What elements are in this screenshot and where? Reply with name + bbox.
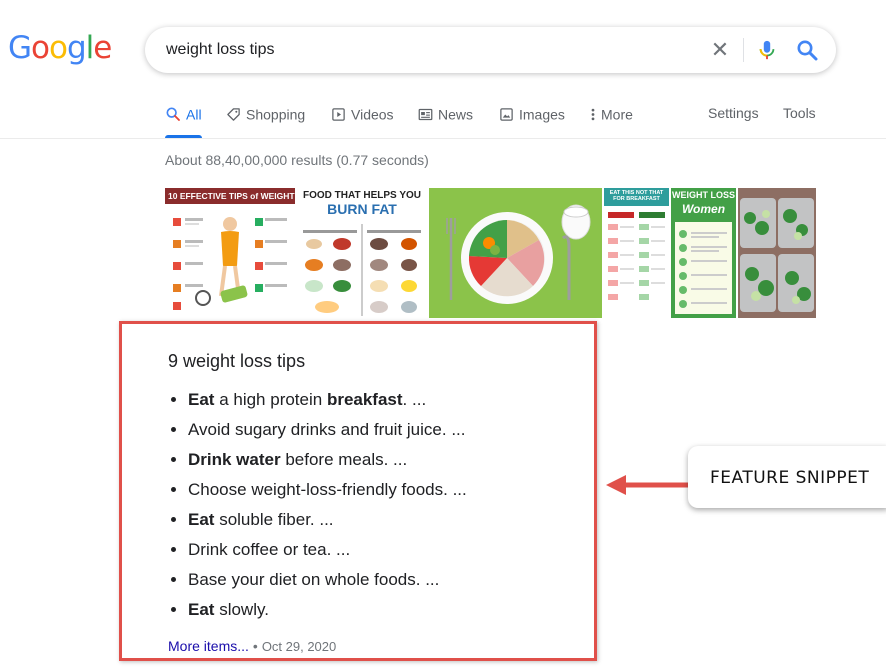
item-text: Drink coffee or tea. ... bbox=[188, 540, 351, 559]
microphone-icon[interactable] bbox=[756, 38, 778, 62]
image-pack: 10 EFFECTIVE TIPS of WEIGHT LOSS FOOD TH… bbox=[165, 188, 816, 318]
plate-photo bbox=[429, 188, 602, 318]
list-item: Base your diet on whole foods. ... bbox=[188, 565, 467, 595]
more-items-link[interactable]: More items... bbox=[168, 638, 249, 654]
tab-label: News bbox=[438, 106, 474, 123]
image-thumbnail[interactable]: EAT THIS NOT THAT FOR BREAKFAST bbox=[604, 188, 669, 318]
item-text: . ... bbox=[402, 390, 427, 409]
image-thumbnail[interactable]: FOOD THAT HELPS YOU BURN FAT bbox=[297, 188, 427, 318]
tab-more[interactable]: More bbox=[590, 105, 633, 138]
item-text: slowly. bbox=[214, 600, 269, 619]
featured-snippet: 9 weight loss tips Eat a high protein br… bbox=[119, 321, 597, 661]
tab-label: Videos bbox=[351, 106, 394, 123]
thumbnail-title: Women bbox=[681, 202, 726, 216]
tab-label: Images bbox=[519, 106, 565, 123]
separator-dot: • bbox=[252, 638, 258, 654]
newspaper-icon bbox=[418, 108, 433, 120]
list-item: Choose weight-loss-friendly foods. ... bbox=[188, 475, 467, 505]
feature-snippet-callout: FEATURE SNIPPET bbox=[688, 446, 886, 508]
search-icon[interactable] bbox=[795, 38, 819, 62]
list-item: Avoid sugary drinks and fruit juice. ... bbox=[188, 415, 467, 445]
item-text: a high protein bbox=[214, 390, 327, 409]
tab-images[interactable]: Images bbox=[499, 105, 565, 138]
search-input[interactable]: weight loss tips bbox=[166, 41, 275, 59]
tab-label: All bbox=[186, 106, 202, 123]
snippet-footer: More items... • Oct 29, 2020 bbox=[168, 638, 336, 654]
item-text: before meals. ... bbox=[280, 450, 408, 469]
item-text: Choose weight-loss-friendly foods. ... bbox=[188, 480, 467, 499]
snippet-date: Oct 29, 2020 bbox=[261, 639, 337, 654]
infographic-image bbox=[165, 188, 295, 310]
list-item: Drink water before meals. ... bbox=[188, 445, 467, 475]
kebab-icon bbox=[591, 108, 595, 121]
image-thumbnail[interactable]: WEIGHT LOSS Women bbox=[671, 188, 736, 318]
thumbnail-title: WEIGHT LOSS bbox=[672, 190, 735, 200]
snippet-title: 9 weight loss tips bbox=[168, 351, 306, 371]
search-divider bbox=[743, 38, 744, 62]
tools-link[interactable]: Tools bbox=[783, 105, 816, 138]
snippet-list: Eat a high protein breakfast. ... Avoid … bbox=[166, 385, 467, 625]
image-thumbnail[interactable]: 10 EFFECTIVE TIPS of WEIGHT LOSS bbox=[165, 188, 295, 318]
search-icon bbox=[166, 107, 180, 122]
tab-news[interactable]: News bbox=[418, 105, 473, 138]
bold-text: Drink water bbox=[188, 450, 281, 469]
callout-label: FEATURE SNIPPET bbox=[710, 468, 870, 488]
thumbnail-title: EAT THIS NOT THAT FOR BREAKFAST bbox=[609, 190, 664, 202]
active-tab-indicator bbox=[165, 135, 202, 138]
bold-text: Eat bbox=[188, 510, 215, 529]
tab-shopping[interactable]: Shopping bbox=[226, 105, 305, 138]
list-item: Drink coffee or tea. ... bbox=[188, 535, 467, 565]
tag-icon bbox=[227, 108, 240, 121]
thumbnail-title: BURN FAT bbox=[327, 201, 397, 217]
bold-text: breakfast bbox=[326, 390, 403, 409]
bold-text: Eat bbox=[188, 390, 215, 409]
tab-label: Shopping bbox=[246, 106, 306, 123]
item-text: soluble fiber. ... bbox=[214, 510, 334, 529]
tab-label: More bbox=[601, 106, 633, 123]
bold-text: Eat bbox=[188, 600, 215, 619]
tab-videos[interactable]: Videos bbox=[331, 105, 394, 138]
meal-prep-photo bbox=[738, 188, 816, 318]
thumbnail-title: FOOD THAT HELPS YOU bbox=[303, 190, 421, 201]
item-text: Base your diet on whole foods. ... bbox=[188, 570, 440, 589]
settings-link[interactable]: Settings bbox=[708, 105, 759, 138]
list-item: Eat a high protein breakfast. ... bbox=[188, 385, 467, 415]
item-text: Avoid sugary drinks and fruit juice. ... bbox=[188, 420, 466, 439]
tab-all[interactable]: All bbox=[165, 105, 202, 138]
play-icon bbox=[332, 108, 345, 121]
thumbnail-title: 10 EFFECTIVE TIPS of WEIGHT LOSS bbox=[168, 191, 295, 201]
clear-icon[interactable]: ✕ bbox=[710, 38, 730, 62]
list-item: Eat soluble fiber. ... bbox=[188, 505, 467, 535]
result-stats: About 88,40,00,000 results (0.77 seconds… bbox=[165, 152, 429, 168]
list-item: Eat slowly. bbox=[188, 595, 467, 625]
image-thumbnail[interactable] bbox=[429, 188, 602, 318]
image-thumbnail[interactable] bbox=[738, 188, 816, 318]
image-icon bbox=[500, 108, 513, 121]
search-box[interactable]: weight loss tips ✕ bbox=[145, 27, 836, 73]
infographic-image bbox=[604, 188, 669, 300]
arrow-icon bbox=[606, 475, 688, 495]
